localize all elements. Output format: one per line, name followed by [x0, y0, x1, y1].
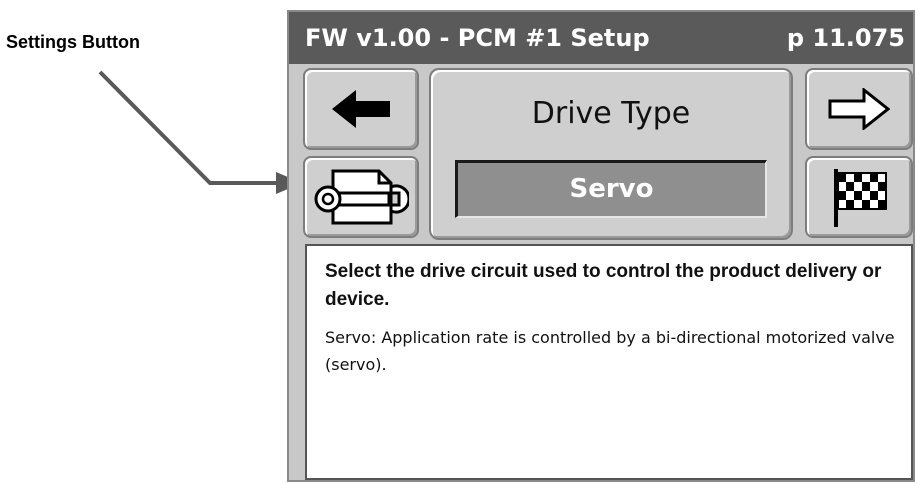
settings-button-callout-label: Settings Button [6, 32, 140, 52]
setting-value-field[interactable]: Servo [455, 160, 767, 218]
device-screen: FW v1.00 - PCM #1 Setup p 11.075 Drive T… [287, 10, 915, 482]
setting-panel: Drive Type Servo [429, 68, 793, 240]
page-number: p 11.075 [786, 24, 905, 52]
title-bar: FW v1.00 - PCM #1 Setup p 11.075 [289, 12, 913, 64]
back-button[interactable] [303, 68, 419, 150]
settings-button[interactable] [303, 156, 419, 238]
left-arrow-icon [332, 90, 390, 128]
screen-title: FW v1.00 - PCM #1 Setup [305, 24, 650, 52]
setting-name: Drive Type [531, 96, 691, 131]
next-button[interactable] [805, 68, 913, 150]
wrench-document-icon [314, 169, 409, 225]
description-body: Servo: Application rate is controlled by… [325, 328, 895, 374]
right-arrow-icon [828, 88, 890, 130]
description-heading: Select the drive circuit used to control… [325, 261, 882, 310]
finish-button[interactable] [805, 156, 913, 238]
checkered-flag-icon [834, 169, 887, 227]
description-panel: Select the drive circuit used to control… [305, 244, 913, 480]
